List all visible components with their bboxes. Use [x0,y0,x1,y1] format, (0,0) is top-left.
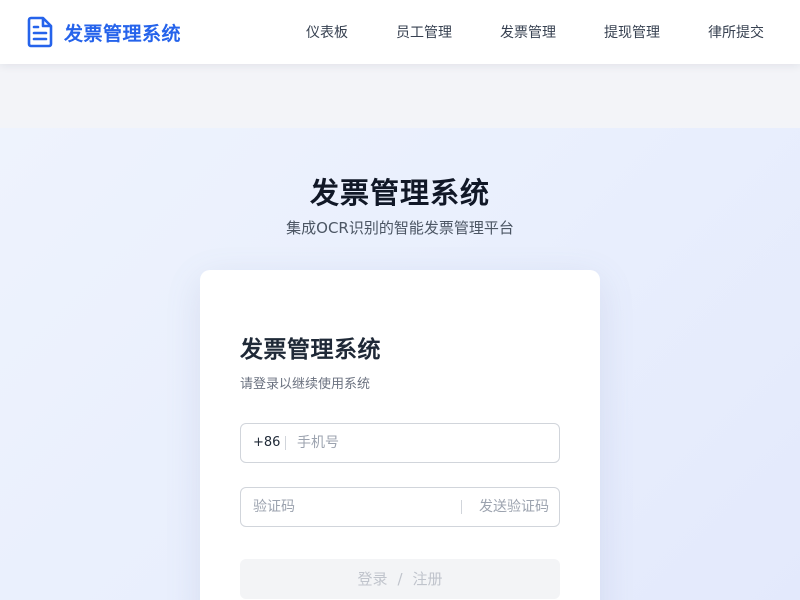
login-label: 登录 [357,570,388,588]
login-card: 发票管理系统 请登录以继续使用系统 +86 发送验证码 登录 / 注册 [200,270,600,600]
nav-item-employees[interactable]: 员工管理 [396,23,452,43]
phone-input[interactable] [297,424,547,462]
nav-item-law-firm-submission[interactable]: 律所提交 [708,23,764,43]
register-label: 注册 [412,570,443,588]
hero-title: 发票管理系统 [309,176,490,210]
top-navbar: 发票管理系统 仪表板 员工管理 发票管理 提现管理 律所提交 [0,0,800,64]
code-divider [461,500,462,514]
prefix-divider [285,436,286,450]
nav-item-dashboard[interactable]: 仪表板 [306,23,348,43]
header-spacer [0,64,800,128]
nav-item-invoices[interactable]: 发票管理 [500,23,556,43]
main-nav: 仪表板 员工管理 发票管理 提现管理 律所提交 [0,0,800,64]
nav-item-withdrawals[interactable]: 提现管理 [604,23,660,43]
phone-field[interactable]: +86 [240,423,560,463]
verification-code-input[interactable] [253,488,453,526]
send-code-button[interactable]: 发送验证码 [473,488,555,526]
verification-code-field[interactable]: 发送验证码 [240,487,560,527]
login-subtitle: 请登录以继续使用系统 [240,377,371,392]
country-code-prefix[interactable]: +86 [253,424,280,462]
login-register-button[interactable]: 登录 / 注册 [240,559,560,599]
label-separator: / [397,570,403,588]
hero-subtitle: 集成OCR识别的智能发票管理平台 [286,219,514,237]
login-title: 发票管理系统 [240,337,381,363]
